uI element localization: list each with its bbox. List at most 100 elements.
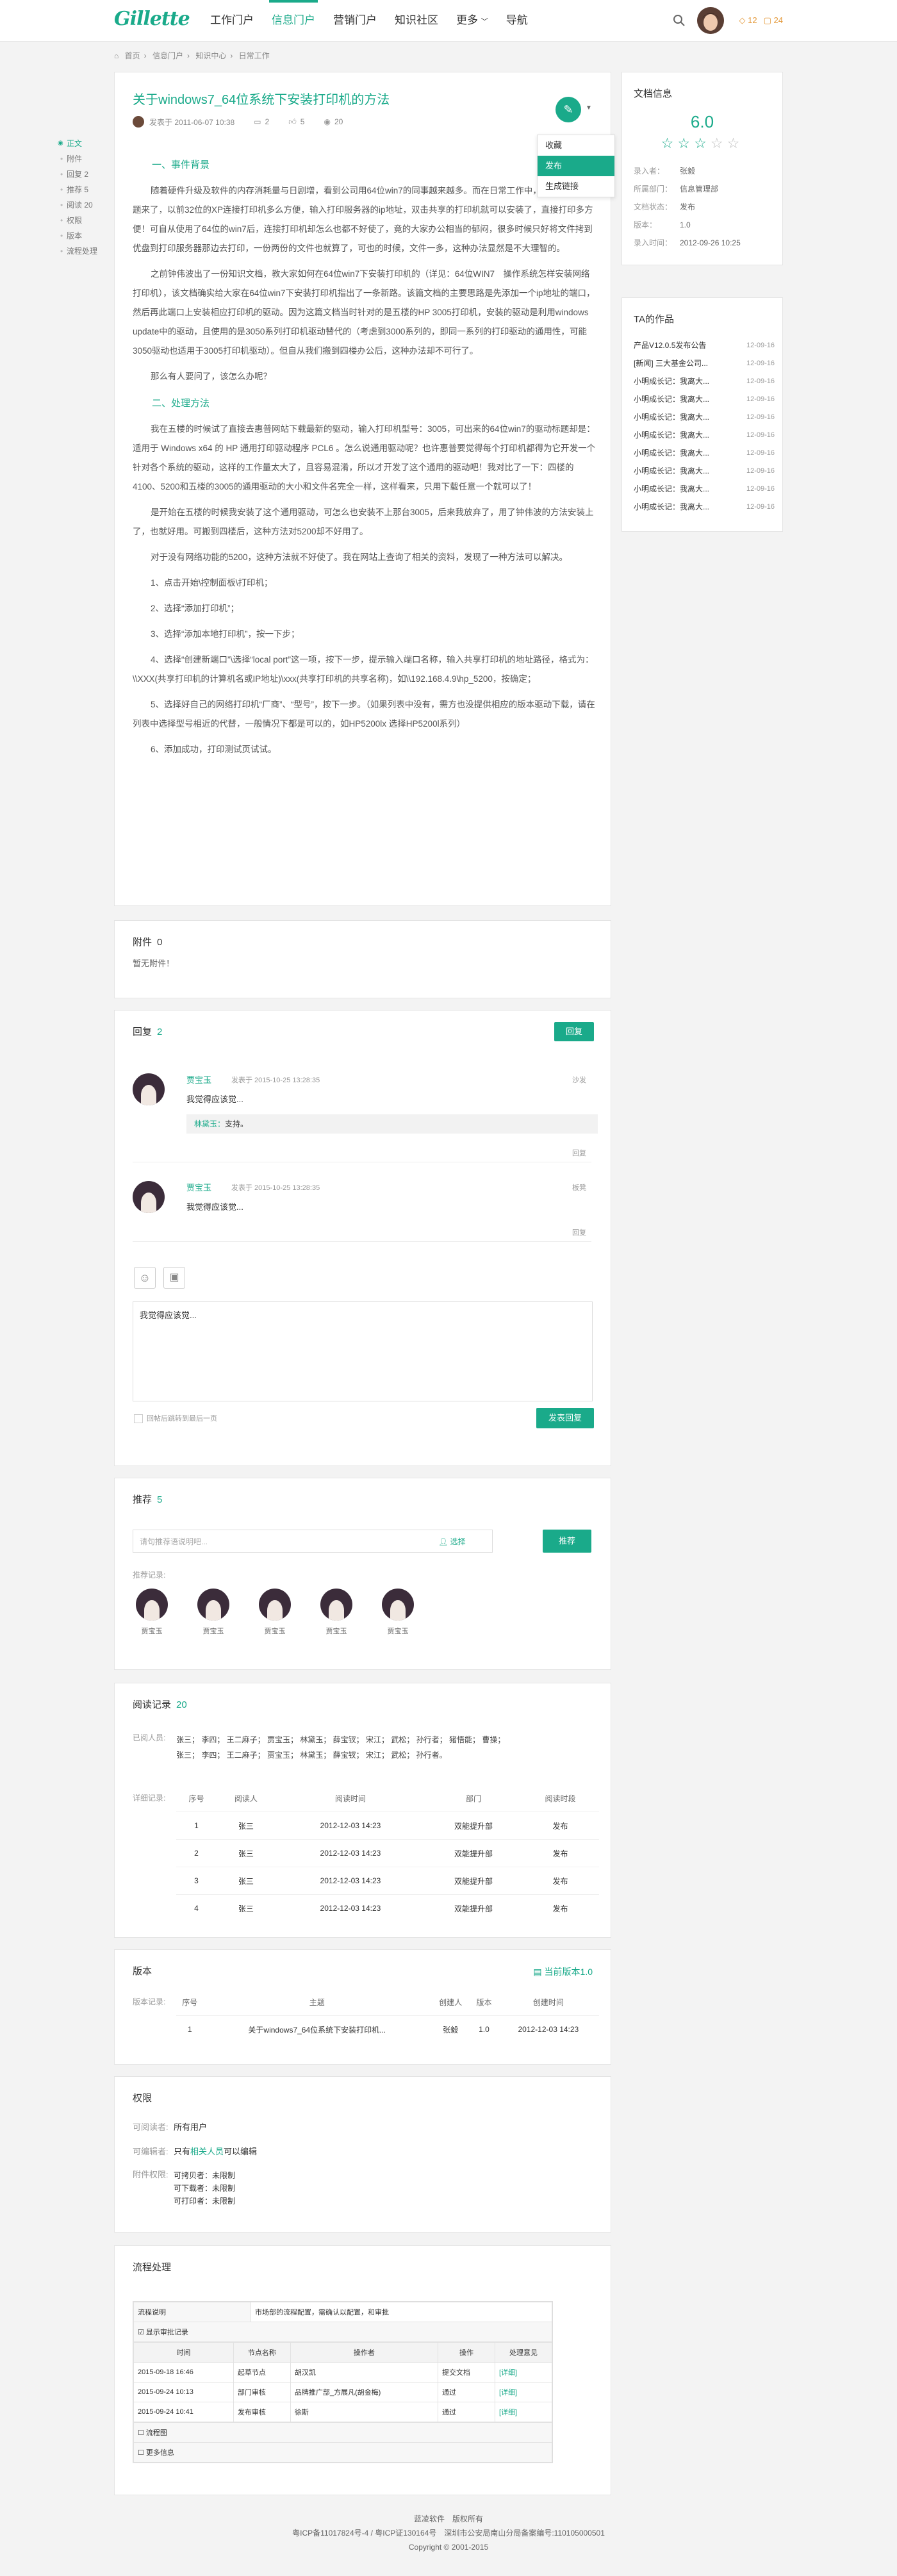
- list-item[interactable]: 小明成长记：我离大... 12-09-16: [634, 372, 775, 390]
- outline-item-reading[interactable]: 阅读 20: [58, 197, 97, 213]
- list-item[interactable]: 小明成长记：我离大... 12-09-16: [634, 390, 775, 408]
- list-item[interactable]: 小明成长记：我离大... 12-09-16: [634, 480, 775, 498]
- quote-author[interactable]: 林黛玉：: [194, 1119, 225, 1128]
- thumbs-up-icon[interactable]: 👍︎: [288, 117, 297, 127]
- column-header: 时间: [133, 2342, 234, 2363]
- author-avatar[interactable]: [133, 116, 144, 128]
- document-icon: ▤: [533, 1967, 542, 1977]
- reply-link[interactable]: 回复: [572, 1227, 586, 1237]
- recommend-person[interactable]: 贾宝玉: [194, 1589, 233, 1636]
- checkbox[interactable]: [134, 1414, 143, 1424]
- info-row-version: 版本： 1.0: [634, 220, 691, 229]
- avatar[interactable]: [320, 1589, 352, 1621]
- star-icon[interactable]: ☆: [727, 135, 744, 151]
- reply-author[interactable]: 贾宝玉: [186, 1181, 211, 1193]
- menu-item-publish[interactable]: 发布: [538, 156, 614, 176]
- star-icon[interactable]: ☆: [694, 135, 711, 151]
- outline-item-permissions[interactable]: 权限: [58, 213, 97, 228]
- breadcrumb-home[interactable]: 首页: [125, 51, 140, 60]
- reply-editor[interactable]: 我觉得应该觉...: [133, 1301, 593, 1401]
- list-item[interactable]: 产品V12.0.5发布公告 12-09-16: [634, 336, 775, 354]
- doc-body: 一、事件背景 随着硬件升级及软件的内存消耗量与日剧增，看到公司用64位win7的…: [133, 148, 598, 766]
- recommend-button[interactable]: 推荐: [543, 1530, 591, 1553]
- reply-author[interactable]: 贾宝玉: [186, 1073, 211, 1086]
- reply-link[interactable]: 回复: [572, 1148, 586, 1158]
- recommend-input[interactable]: 请句推荐语说明吧... 👤︎ 选择: [133, 1530, 493, 1553]
- list-item[interactable]: 小明成长记：我离大... 12-09-16: [634, 498, 775, 516]
- reading-card: 阅读记录 20 已阅人员: 张三； 李四； 王二麻子； 贾宝玉； 林黛玉； 薛宝钗…: [114, 1683, 611, 1938]
- breadcrumb-knowledge[interactable]: 知识中心: [195, 51, 226, 60]
- outline-item-flow[interactable]: 流程处理: [58, 244, 97, 259]
- show-audit-toggle[interactable]: ☑ 显示审批记录: [133, 2322, 552, 2342]
- submit-reply-button[interactable]: 发表回复: [536, 1408, 594, 1428]
- chevron-down-icon[interactable]: ▼: [586, 104, 592, 111]
- list-item[interactable]: [新闻] 三大基金公司... 12-09-16: [634, 354, 775, 372]
- nav-item-guide[interactable]: 导航: [500, 0, 534, 41]
- avatar[interactable]: [197, 1589, 229, 1621]
- recommend-person[interactable]: 贾宝玉: [133, 1589, 171, 1636]
- outline-item-recommend[interactable]: 推荐 5: [58, 182, 97, 197]
- outline-item-body[interactable]: 正文: [58, 136, 97, 151]
- outline-item-attachments[interactable]: 附件: [58, 151, 97, 167]
- list-item[interactable]: 小明成长记：我离大... 12-09-16: [634, 426, 775, 444]
- doc-actions-button[interactable]: ✎: [555, 97, 581, 122]
- recommend-placeholder: 请句推荐语说明吧...: [140, 1537, 208, 1546]
- recommend-people: 贾宝玉 贾宝玉 贾宝玉 贾宝玉 贾宝玉: [133, 1589, 594, 1653]
- recommend-person[interactable]: 贾宝玉: [379, 1589, 417, 1636]
- reply-time: 发表于 2015-10-25 13:28:35: [231, 1184, 320, 1192]
- table-row: 3 张三 2012-12-03 14:23 双能提升部 发布: [176, 1867, 599, 1895]
- column-header: 节点名称: [233, 2342, 291, 2363]
- nav-item-more[interactable]: 更多 ﹀: [450, 0, 495, 41]
- brand-logo[interactable]: Gillette: [114, 8, 190, 30]
- recommend-person[interactable]: 贾宝玉: [317, 1589, 356, 1636]
- related-people-link[interactable]: 相关人员: [190, 2147, 224, 2156]
- avatar[interactable]: [259, 1589, 291, 1621]
- message-count[interactable]: ▢ 24: [764, 15, 783, 26]
- list-item[interactable]: 小明成长记：我离大... 12-09-16: [634, 444, 775, 462]
- select-recipient-button[interactable]: 👤︎ 选择: [438, 1536, 466, 1547]
- nav-item-marketing[interactable]: 营销门户: [327, 0, 383, 41]
- nav-item-work[interactable]: 工作门户: [204, 0, 260, 41]
- table-row[interactable]: 1 关于windows7_64位系统下安装打印机... 张毅 1.0 2012-…: [176, 2015, 599, 2043]
- menu-item-favorite[interactable]: 收藏: [538, 135, 614, 156]
- star-icon[interactable]: ☆: [677, 135, 694, 151]
- reply-floor: 板凳: [572, 1184, 586, 1192]
- replies-title: 回复 2: [133, 1027, 163, 1037]
- nav-item-info[interactable]: 信息门户: [265, 0, 322, 41]
- reply-text: 我觉得应该觉...: [186, 1094, 243, 1104]
- flow-chart-toggle[interactable]: ☐ 流程图: [133, 2422, 552, 2443]
- recommend-person[interactable]: 贾宝玉: [256, 1589, 294, 1636]
- rating-stars[interactable]: ☆☆☆☆☆: [622, 135, 782, 152]
- permissions-title: 权限: [133, 2093, 152, 2104]
- more-info-toggle[interactable]: ☐ 更多信息: [133, 2442, 552, 2463]
- list-item[interactable]: 小明成长记：我离大... 12-09-16: [634, 462, 775, 480]
- avatar[interactable]: [136, 1589, 168, 1621]
- nav-item-knowledge[interactable]: 知识社区: [388, 0, 445, 41]
- user-avatar[interactable]: [696, 7, 724, 34]
- breadcrumb-info[interactable]: 信息门户: [152, 51, 183, 60]
- outline-item-replies[interactable]: 回复 2: [58, 167, 97, 182]
- emoji-icon[interactable]: ☺: [134, 1267, 156, 1289]
- footer-links[interactable]: 蓝凌软件 版权所有: [0, 2512, 897, 2526]
- return-option[interactable]: 回帖后跳转到最后一页: [134, 1413, 217, 1424]
- list-item[interactable]: 小明成长记：我离大... 12-09-16: [634, 408, 775, 426]
- outline-item-versions[interactable]: 版本: [58, 228, 97, 244]
- breadcrumb-daily[interactable]: 日常工作: [239, 51, 270, 60]
- table-row: 1 张三 2012-12-03 14:23 双能提升部 发布: [176, 1812, 599, 1840]
- reply-button[interactable]: 回复: [554, 1022, 594, 1041]
- notice-count[interactable]: ◇ 12: [739, 15, 757, 26]
- search-icon[interactable]: [673, 14, 686, 27]
- menu-item-create-link[interactable]: 生成链接: [538, 176, 614, 197]
- paragraph: 之前钟伟波出了一份知识文档，教大家如何在64位win7下安装打印机的（详见：64…: [133, 269, 595, 356]
- star-icon[interactable]: ☆: [711, 135, 727, 151]
- avatar[interactable]: [382, 1589, 414, 1621]
- audit-table: 时间 节点名称 操作者 操作 处理意见 2015-09-18 16:46 起草节点…: [133, 2342, 553, 2422]
- star-icon[interactable]: ☆: [661, 135, 678, 151]
- reply-text: 我觉得应该觉...: [186, 1202, 243, 1212]
- image-icon[interactable]: ▣: [163, 1267, 185, 1289]
- footer-copyright: Copyright © 2001-2015: [408, 2543, 489, 2552]
- avatar[interactable]: [133, 1073, 165, 1105]
- reply-floor: 沙发: [572, 1077, 586, 1084]
- avatar[interactable]: [133, 1181, 165, 1213]
- step-item: 2、选择“添加打印机”；: [151, 604, 239, 613]
